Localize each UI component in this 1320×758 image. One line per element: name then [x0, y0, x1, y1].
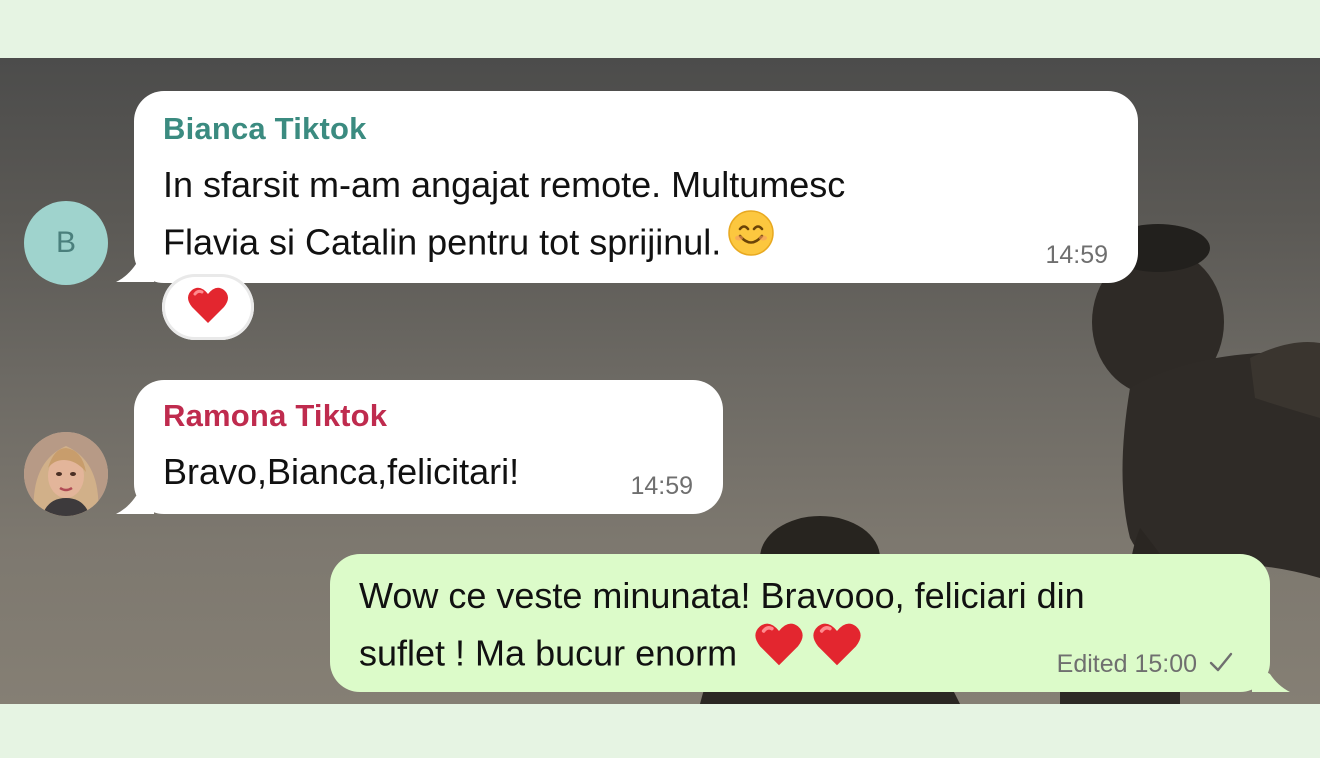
- message-time: 14:59: [630, 472, 693, 500]
- check-icon: [1208, 651, 1234, 680]
- red-heart-emoji-icon: [186, 285, 230, 330]
- top-margin: [0, 0, 1320, 58]
- message-line: Flavia si Catalin pentru tot sprijinul.: [163, 221, 722, 263]
- smiling-face-emoji-icon: [727, 209, 775, 273]
- message-text: Bravo,Bianca,felicitari!: [163, 444, 519, 500]
- avatar-initial: B: [55, 226, 76, 259]
- chat-area[interactable]: B Bianca Tiktok In sfarsit m-am angajat …: [0, 58, 1320, 704]
- message-line: Bravo,Bianca,felicitari!: [163, 451, 520, 492]
- red-heart-emoji-icon: [753, 620, 805, 684]
- message-bubble[interactable]: Ramona Tiktok Bravo,Bianca,felicitari! 1…: [134, 380, 723, 514]
- reaction-badge[interactable]: [162, 274, 254, 340]
- red-heart-emoji-icon: [811, 620, 863, 684]
- edited-timestamp: Edited 15:00: [1056, 650, 1198, 678]
- sender-name[interactable]: Bianca Tiktok: [163, 111, 367, 147]
- message-line: suflet ! Ma bucur enorm: [359, 632, 738, 674]
- avatar[interactable]: B: [24, 201, 108, 285]
- message-line: Wow ce veste minunata! Bravooo, feliciar…: [359, 575, 1085, 616]
- message-bubble[interactable]: Bianca Tiktok In sfarsit m-am angajat re…: [134, 91, 1138, 283]
- message-status: Edited 15:00: [1057, 650, 1234, 680]
- sender-name[interactable]: Ramona Tiktok: [163, 398, 387, 434]
- message-line: In sfarsit m-am angajat remote. Multumes…: [163, 164, 846, 205]
- bottom-margin: [0, 704, 1320, 758]
- avatar[interactable]: [24, 432, 108, 516]
- message-bubble[interactable]: Wow ce veste minunata! Bravooo, feliciar…: [330, 554, 1270, 692]
- message-text: Wow ce veste minunata! Bravooo, feliciar…: [359, 568, 1085, 688]
- profile-photo-icon: [24, 432, 108, 516]
- message-text: In sfarsit m-am angajat remote. Multumes…: [163, 157, 845, 277]
- message-time: 14:59: [1045, 241, 1108, 269]
